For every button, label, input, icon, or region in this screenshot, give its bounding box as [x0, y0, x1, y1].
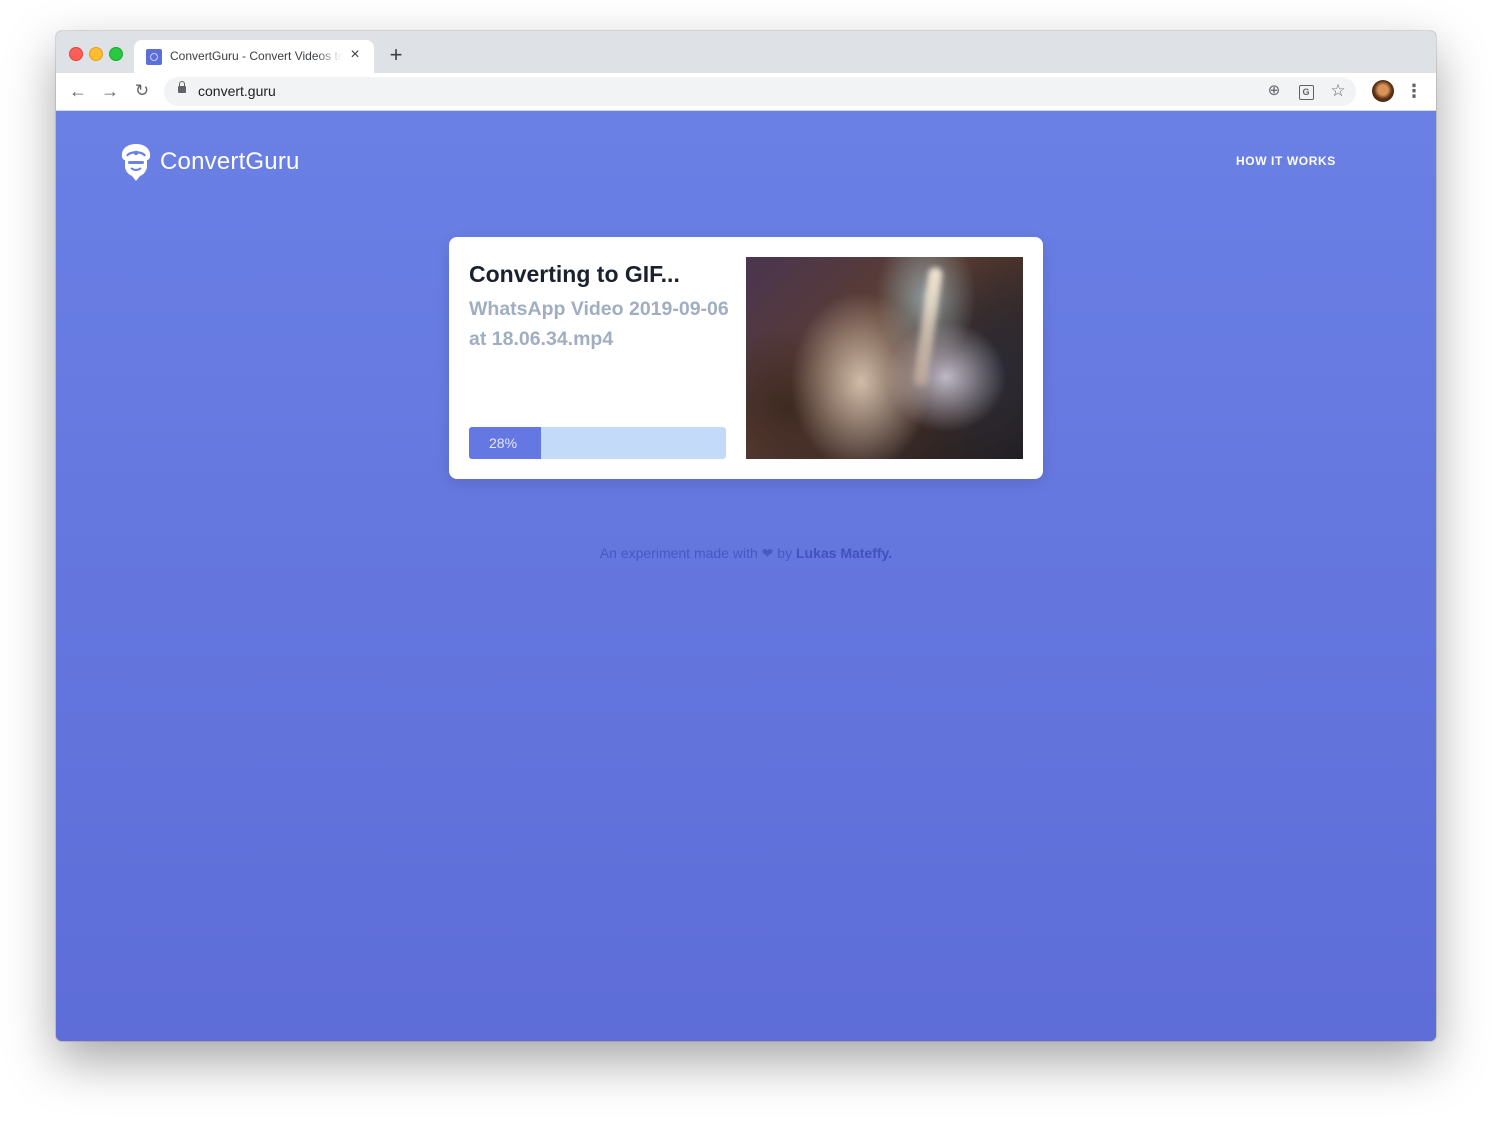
forward-icon[interactable]: →: [98, 79, 122, 103]
new-tab-button[interactable]: +: [384, 43, 408, 67]
minimize-window-button[interactable]: [89, 47, 103, 61]
lock-icon[interactable]: [178, 81, 186, 93]
conversion-title: Converting to GIF...: [469, 261, 680, 287]
tab-bar: ConvertGuru - Convert Videos to GIF × +: [56, 31, 1436, 73]
browser-menu-icon[interactable]: ⋮: [1404, 79, 1424, 103]
file-name: WhatsApp Video 2019-09-06 at 18.06.34.mp…: [469, 298, 729, 350]
author-link[interactable]: Lukas Mateffy.: [796, 545, 892, 561]
thumbnail-highlight: [912, 266, 944, 388]
address-bar[interactable]: convert.guru ⊕ G ☆: [164, 77, 1356, 106]
browser-window: ConvertGuru - Convert Videos to GIF × + …: [56, 31, 1436, 1041]
maximize-window-button[interactable]: [109, 47, 123, 61]
how-it-works-link[interactable]: HOW IT WORKS: [1236, 154, 1336, 168]
progress-label: 28%: [489, 435, 518, 451]
profile-avatar[interactable]: [1372, 80, 1394, 102]
translate-icon[interactable]: G: [1296, 81, 1316, 101]
translate-glyph: G: [1298, 85, 1314, 100]
brand-name: ConvertGuru: [160, 148, 300, 175]
tab-close-icon[interactable]: ×: [346, 46, 364, 64]
close-window-button[interactable]: [69, 47, 83, 61]
site-logo[interactable]: ConvertGuru: [119, 142, 300, 182]
video-thumbnail: [746, 257, 1023, 459]
browser-toolbar: ← → ↻ convert.guru ⊕ G ☆ ⋮: [56, 73, 1436, 111]
progress-bar: 28%: [469, 427, 726, 459]
bookmark-star-icon[interactable]: ☆: [1328, 81, 1348, 101]
browser-tab[interactable]: ConvertGuru - Convert Videos to GIF ×: [134, 40, 374, 73]
footer-prefix: An experiment made with: [599, 545, 758, 561]
tab-title: ConvertGuru - Convert Videos to GIF: [170, 49, 342, 63]
guru-logo-icon: [121, 144, 151, 181]
reload-icon[interactable]: ↻: [130, 79, 154, 103]
footer-credit: An experiment made with ❤ by Lukas Matef…: [56, 545, 1436, 562]
page-content: ConvertGuru HOW IT WORKS Converting to G…: [56, 111, 1436, 1041]
favicon-icon: [146, 49, 162, 65]
footer-by: by: [777, 545, 793, 561]
heart-icon: ❤: [761, 545, 774, 561]
conversion-card: Converting to GIF... WhatsApp Video 2019…: [449, 237, 1043, 479]
install-app-icon[interactable]: ⊕: [1264, 81, 1284, 101]
url-text[interactable]: convert.guru: [198, 83, 276, 99]
back-icon[interactable]: ←: [66, 79, 90, 103]
